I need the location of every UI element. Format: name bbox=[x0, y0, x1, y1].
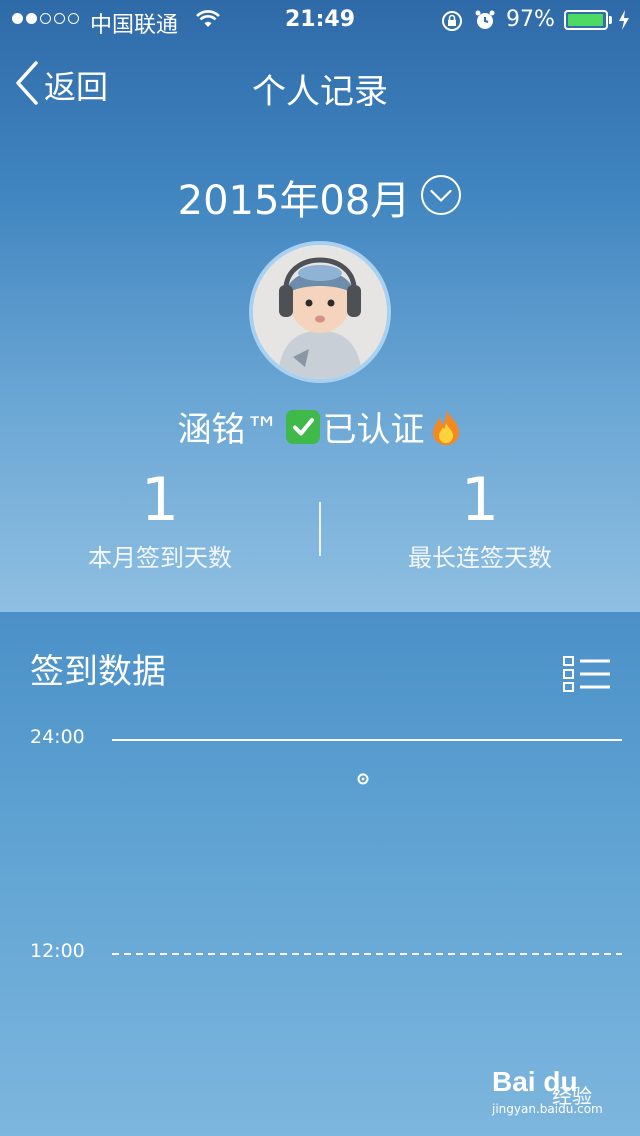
stat-longest-streak: 1 最长连签天数 bbox=[320, 468, 640, 573]
verified-label: 已认证 bbox=[322, 410, 425, 450]
list-icon[interactable] bbox=[560, 654, 612, 698]
stat-label: 本月签到天数 bbox=[88, 544, 232, 572]
status-bar: 中国联通 21:49 97% bbox=[0, 0, 640, 40]
stat-value: 1 bbox=[460, 465, 500, 535]
month-selector[interactable]: 2015年08月 bbox=[0, 168, 640, 226]
fire-icon bbox=[429, 408, 463, 446]
data-point-center bbox=[361, 777, 365, 781]
battery-nub bbox=[609, 16, 612, 24]
points-layer bbox=[357, 773, 369, 785]
charging-bolt-icon bbox=[618, 9, 630, 37]
watermark-url: jingyan.baidu.com bbox=[492, 1102, 603, 1116]
user-name: 涵铭™ bbox=[177, 410, 280, 450]
alarm-icon bbox=[474, 9, 496, 37]
battery-level-fill bbox=[568, 14, 603, 26]
avatar-image bbox=[253, 245, 387, 379]
rotation-lock-icon bbox=[440, 9, 464, 39]
profile-name-row: 涵铭™ 已认证 bbox=[0, 402, 640, 451]
baidu-watermark: Bai du 经验 jingyan.baidu.com bbox=[492, 1066, 612, 1126]
check-box-icon bbox=[285, 409, 320, 444]
battery-percent: 97% bbox=[506, 7, 555, 32]
chart-plot bbox=[112, 739, 622, 955]
page-title: 个人记录 bbox=[252, 72, 388, 112]
chevron-down-circle-icon[interactable] bbox=[420, 174, 462, 220]
checkin-chart: 24:00 12:00 bbox=[0, 700, 640, 1000]
section-title: 签到数据 bbox=[30, 652, 166, 692]
month-label: 2015年08月 bbox=[177, 178, 411, 224]
stat-value: 1 bbox=[140, 465, 180, 535]
stat-month-checkins: 1 本月签到天数 bbox=[0, 468, 320, 573]
stat-label: 最长连签天数 bbox=[408, 544, 552, 572]
battery-icon bbox=[564, 10, 608, 30]
avatar[interactable] bbox=[249, 241, 391, 383]
